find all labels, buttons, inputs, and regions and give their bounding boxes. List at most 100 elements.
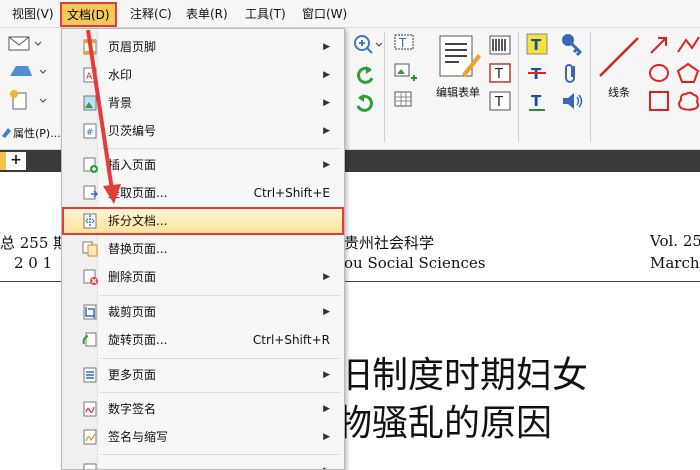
digital-signature-icon [83, 401, 97, 417]
menu-separator [100, 454, 340, 455]
menu-item-crop-page[interactable]: 裁剪页面 ▶ [62, 298, 344, 326]
svg-text:A: A [86, 72, 93, 82]
submenu-arrow-icon: ▶ [323, 272, 330, 282]
menu-tools[interactable]: 工具(T) [245, 4, 286, 24]
menu-label: 替换页面... [108, 242, 168, 256]
menu-item-digital-signature[interactable]: 数字签名 ▶ [62, 395, 344, 423]
sound-icon[interactable] [560, 90, 584, 112]
sign-initials-icon [83, 429, 97, 445]
text-box-icon[interactable]: T [488, 90, 512, 112]
delete-page-icon [83, 269, 98, 285]
menu-separator [100, 392, 340, 393]
rotate-left-icon[interactable] [354, 64, 376, 86]
menu-item-replace-page[interactable]: 替换页面... [62, 235, 344, 263]
extract-page-icon [83, 185, 98, 200]
image-field-icon[interactable] [393, 62, 419, 84]
menu-item-bates-number[interactable]: # 贝茨编号 ▶ [62, 117, 344, 145]
submenu-arrow-icon: ▶ [323, 307, 330, 317]
menu-separator [100, 358, 340, 359]
edit-form-icon[interactable] [434, 34, 482, 80]
cloud-tool-icon[interactable] [676, 90, 700, 112]
menu-window[interactable]: 窗口(W) [302, 4, 347, 24]
insert-page-icon [83, 157, 98, 173]
underline-icon[interactable]: T [525, 90, 549, 112]
edit-form-button[interactable]: 编辑表单 [436, 84, 480, 100]
menu-item-delete-page[interactable]: 删除页面 ▶ [62, 263, 344, 291]
menu-label: 插入页面 [108, 158, 157, 172]
menu-label: 页眉页脚 [108, 40, 157, 54]
submenu-arrow-icon: ▶ [323, 42, 330, 52]
menu-separator [100, 148, 340, 149]
properties-icon [2, 128, 11, 138]
attachment-icon[interactable] [562, 62, 582, 86]
svg-text:T: T [398, 36, 407, 50]
submenu-arrow-icon: ▶ [323, 432, 330, 442]
menu-shortcut: Ctrl+Shift+R [252, 333, 330, 347]
stamp-icon[interactable] [8, 62, 48, 80]
svg-text:T: T [494, 95, 503, 110]
menu-item-partial[interactable]: ▶ [62, 457, 344, 469]
menu-item-insert-page[interactable]: 插入页面 ▶ [62, 151, 344, 179]
partial-item-icon [83, 463, 97, 469]
text-field-red-icon[interactable]: T [488, 62, 512, 84]
new-document-icon[interactable] [8, 90, 48, 110]
rotate-right-icon[interactable] [354, 92, 376, 114]
rectangle-tool-icon[interactable] [648, 90, 670, 112]
menu-shortcut: Ctrl+Shift+E [253, 186, 330, 200]
bates-number-icon: # [83, 123, 97, 139]
submenu-arrow-icon: ▶ [323, 98, 330, 108]
form-field-icon[interactable]: T [393, 33, 417, 55]
menu-item-split-document[interactable]: 拆分文档... [62, 207, 344, 235]
grid-field-icon[interactable] [393, 90, 419, 112]
journal-year-label: 2 0 1 [14, 254, 53, 272]
rotate-page-icon [82, 332, 97, 347]
document-menu-dropdown: 页眉页脚 ▶ A 水印 ▶ 背景 ▶ # 贝茨编号 ▶ 插入页面 ▶ 提取页面.… [61, 28, 345, 470]
svg-text:#: # [86, 128, 94, 138]
menu-item-background[interactable]: 背景 ▶ [62, 89, 344, 117]
properties-button[interactable]: 属性(P)... [13, 125, 61, 141]
submenu-arrow-icon: ▶ [323, 70, 330, 80]
barcode-field-icon[interactable] [488, 34, 512, 56]
submenu-arrow-icon: ▶ [323, 126, 330, 136]
zoom-in-icon[interactable] [352, 34, 382, 54]
menu-label: 数字签名 [108, 402, 157, 416]
menu-label: 提取页面... [108, 186, 168, 200]
journal-name-cn: 贵州社会科学 [344, 234, 435, 252]
line-tool-button[interactable]: 线条 [608, 84, 630, 100]
header-footer-icon [83, 39, 97, 55]
menu-label: 背景 [108, 96, 133, 110]
menu-separator [100, 295, 340, 296]
svg-text:T: T [531, 92, 542, 110]
polygon-tool-icon[interactable] [676, 62, 700, 84]
journal-name-en: ou Social Sciences [344, 254, 486, 272]
journal-issue-label: 总 255 期 [0, 234, 69, 252]
crop-page-icon [83, 304, 97, 320]
menu-document[interactable]: 文档(D) [60, 2, 117, 27]
email-icon[interactable] [8, 34, 42, 52]
menu-item-more-pages[interactable]: 更多页面 ▶ [62, 361, 344, 389]
article-title-line-1: 旧制度时期妇女 [336, 355, 589, 396]
menu-comment[interactable]: 注释(C) [130, 4, 172, 24]
ellipse-tool-icon[interactable] [648, 62, 670, 84]
arrow-tool-icon[interactable] [648, 34, 670, 56]
key-icon[interactable] [560, 32, 584, 58]
submenu-arrow-icon: ▶ [323, 160, 330, 170]
menu-item-watermark[interactable]: A 水印 ▶ [62, 61, 344, 89]
watermark-icon: A [83, 67, 97, 83]
menu-item-rotate-page[interactable]: 旋转页面... Ctrl+Shift+R [62, 326, 344, 354]
strikeout-icon[interactable]: T [525, 62, 549, 84]
menu-form[interactable]: 表单(R) [186, 4, 228, 24]
menu-item-extract-page[interactable]: 提取页面... Ctrl+Shift+E [62, 179, 344, 207]
new-tab-button[interactable]: + [6, 152, 26, 170]
line-tool-icon[interactable] [596, 34, 642, 80]
menu-label: 更多页面 [108, 368, 157, 382]
submenu-arrow-icon: ▶ [323, 370, 330, 380]
menu-label: 拆分文档... [108, 214, 168, 228]
polyline-tool-icon[interactable] [676, 34, 700, 56]
journal-month: March. [650, 254, 700, 272]
background-icon [83, 95, 97, 111]
menu-view[interactable]: 视图(V) [12, 4, 54, 24]
typewriter-icon[interactable]: T [525, 33, 549, 55]
menu-item-header-footer[interactable]: 页眉页脚 ▶ [62, 33, 344, 61]
menu-item-sign-initials[interactable]: 签名与缩写 ▶ [62, 423, 344, 451]
